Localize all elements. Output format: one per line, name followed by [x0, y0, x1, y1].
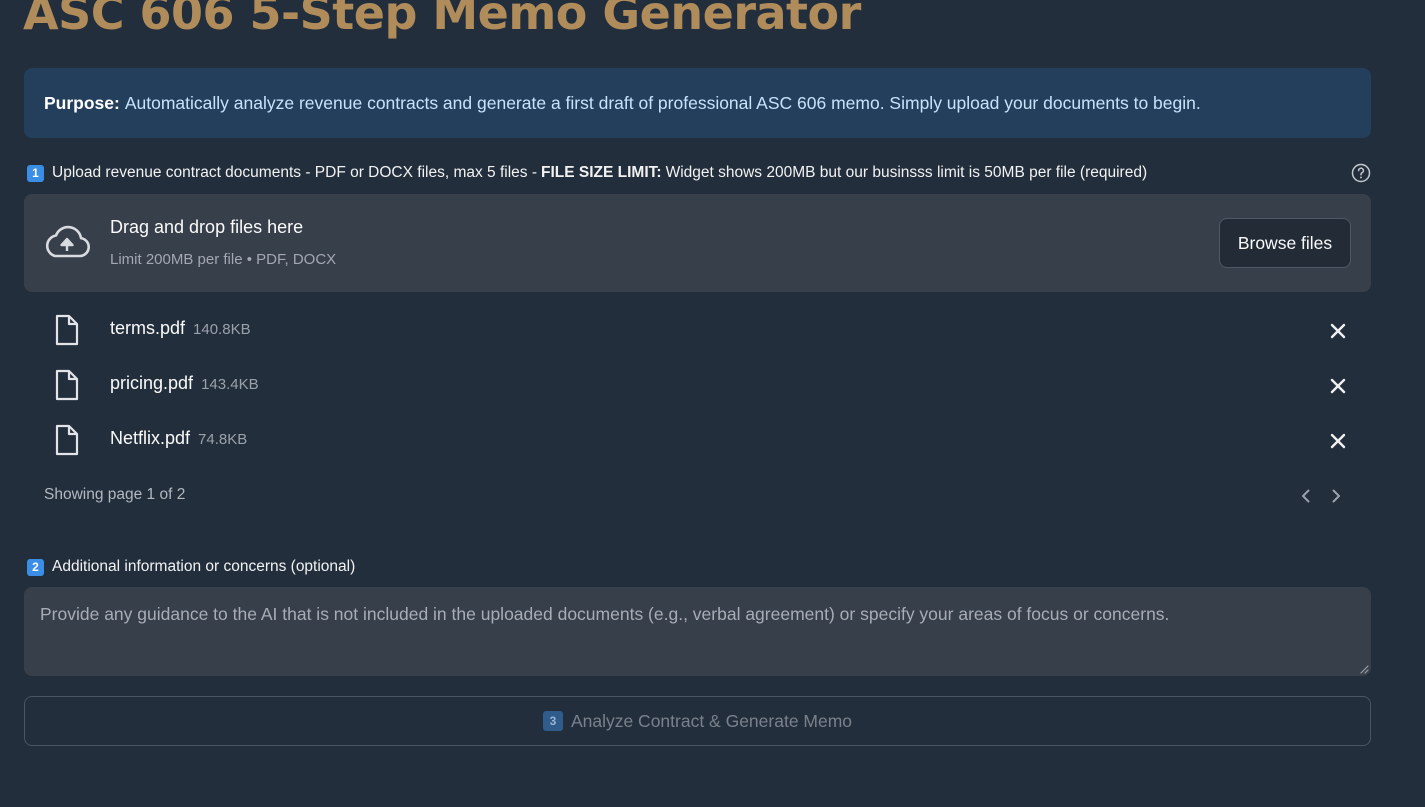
- app-page: ASC 606 5-Step Memo Generator Purpose: A…: [0, 0, 1425, 807]
- file-name: terms.pdf: [110, 318, 186, 338]
- dropzone-title: Drag and drop files here: [110, 217, 304, 237]
- close-icon[interactable]: [1329, 377, 1347, 395]
- upload-label-suffix: Widget shows 200MB but our businsss limi…: [665, 164, 1148, 181]
- pagination-text: Showing page 1 of 2: [44, 486, 186, 503]
- file-name-text: pricing.pdf 143.4KB: [110, 373, 259, 394]
- uploaded-file-row: Netflix.pdf 74.8KB: [24, 420, 1371, 460]
- file-size: 140.8KB: [193, 321, 251, 338]
- analyze-button-label: Analyze Contract & Generate Memo: [570, 710, 853, 731]
- dropzone-subtitle: Limit 200MB per file • PDF, DOCX: [110, 251, 337, 268]
- upload-label: 1 Upload revenue contract documents - PD…: [27, 162, 1372, 184]
- file-size: 74.8KB: [198, 431, 248, 448]
- file-icon: [55, 424, 79, 456]
- file-name: pricing.pdf: [110, 373, 194, 393]
- file-name-text: terms.pdf 140.8KB: [110, 318, 251, 339]
- browse-files-button[interactable]: Browse files: [1219, 218, 1351, 268]
- upload-label-prefix: Upload revenue contract documents - PDF …: [52, 164, 537, 181]
- file-name: Netflix.pdf: [110, 428, 191, 448]
- file-size: 143.4KB: [201, 376, 259, 393]
- additional-info-textarea[interactable]: [24, 587, 1371, 676]
- additional-info-label: 2 Additional information or concerns (op…: [27, 556, 355, 578]
- page-title: ASC 606 5-Step Memo Generator: [23, 0, 861, 40]
- file-icon: [55, 314, 79, 346]
- close-icon[interactable]: [1329, 432, 1347, 450]
- cloud-upload-icon: [45, 225, 90, 258]
- resize-handle-icon[interactable]: [1359, 664, 1369, 674]
- chevron-right-icon[interactable]: [1327, 487, 1345, 505]
- purpose-text: Automatically analyze revenue contracts …: [124, 92, 1201, 113]
- chevron-left-icon[interactable]: [1297, 487, 1315, 505]
- uploaded-file-row: pricing.pdf 143.4KB: [24, 365, 1371, 405]
- purpose-label: Purpose:: [44, 92, 120, 113]
- upload-label-bold: FILE SIZE LIMIT:: [541, 164, 662, 181]
- file-name-text: Netflix.pdf 74.8KB: [110, 428, 247, 449]
- question-circle-icon[interactable]: [1351, 163, 1371, 183]
- uploaded-file-row: terms.pdf 140.8KB: [24, 310, 1371, 350]
- additional-info-label-text: Additional information or concerns (opti…: [52, 558, 356, 575]
- step-1-badge: 1: [27, 164, 44, 182]
- file-dropzone[interactable]: Drag and drop files here Limit 200MB per…: [24, 194, 1371, 292]
- close-icon[interactable]: [1329, 322, 1347, 340]
- step-3-badge: 3: [542, 711, 563, 731]
- file-icon: [55, 369, 79, 401]
- purpose-info-box: Purpose: Automatically analyze revenue c…: [24, 68, 1371, 138]
- analyze-contract-button[interactable]: 3 Analyze Contract & Generate Memo: [24, 696, 1371, 746]
- step-2-badge: 2: [27, 558, 44, 576]
